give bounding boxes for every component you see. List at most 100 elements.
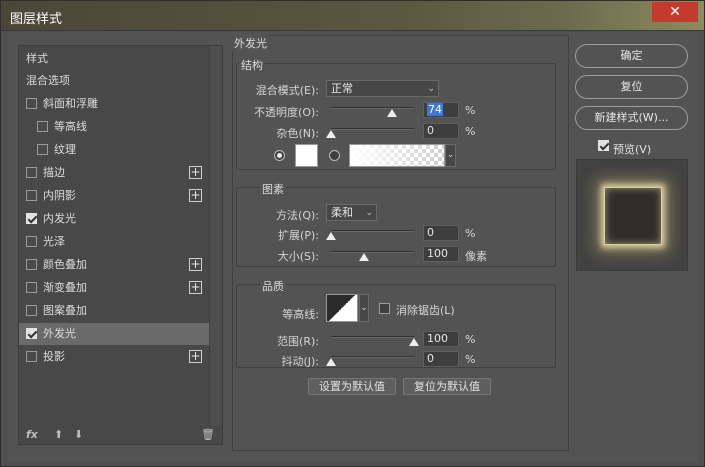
spread-input[interactable]: 0	[423, 225, 459, 241]
spread-slider-thumb[interactable]	[326, 232, 336, 240]
range-slider-thumb[interactable]	[409, 338, 419, 346]
style-item-label: 外发光	[43, 327, 76, 340]
anti-alias-label: 消除锯齿(L)	[396, 304, 455, 317]
contour-label: 等高线:	[282, 308, 319, 321]
noise-input[interactable]: 0	[423, 123, 459, 139]
style-item-checkbox[interactable]	[26, 351, 37, 362]
style-item-label: 斜面和浮雕	[43, 97, 98, 110]
gradient-picker-dropdown[interactable]: ⌄	[445, 144, 456, 167]
range-input[interactable]: 100	[423, 331, 459, 347]
jitter-slider[interactable]	[331, 356, 414, 358]
size-slider-thumb[interactable]	[359, 253, 370, 261]
style-item[interactable]: 混合选项	[19, 70, 209, 92]
dialog-body: 样式 混合选项斜面和浮雕等高线纹理描边 + 内阴影 + 内发光光泽颜色叠加 + 渐变叠加 + 图…	[7, 32, 698, 462]
noise-slider-thumb[interactable]	[326, 130, 336, 138]
close-button[interactable]: ✕	[652, 2, 698, 22]
move-up-icon[interactable]: ⬆	[54, 428, 63, 441]
style-item-checkbox[interactable]	[26, 190, 37, 201]
style-item-checkbox[interactable]	[26, 236, 37, 247]
style-item-label: 图案叠加	[43, 304, 87, 317]
reset-button[interactable]: 复位	[575, 75, 688, 99]
opacity-slider[interactable]	[331, 107, 414, 109]
style-item-checkbox[interactable]	[26, 305, 37, 316]
structure-title: 结构	[239, 57, 265, 73]
style-item[interactable]: 图案叠加	[19, 300, 209, 322]
preview-checkbox[interactable]	[598, 140, 609, 151]
move-down-icon[interactable]: ⬇	[74, 428, 83, 441]
glow-gradient-swatch[interactable]	[349, 144, 445, 167]
new-style-button[interactable]: 新建样式(W)...	[575, 106, 688, 130]
styles-header[interactable]: 样式	[19, 48, 209, 70]
style-item-checkbox[interactable]	[37, 144, 48, 155]
add-effect-icon[interactable]: +	[189, 189, 202, 202]
opacity-slider-thumb[interactable]	[387, 109, 398, 117]
style-item-checkbox[interactable]	[26, 167, 37, 178]
size-slider[interactable]	[331, 251, 414, 253]
size-input[interactable]: 100	[423, 246, 459, 262]
spread-unit: %	[465, 227, 476, 240]
style-item-label: 纹理	[54, 143, 76, 156]
size-label: 大小(S):	[277, 250, 319, 263]
style-item[interactable]: 颜色叠加 +	[19, 254, 209, 276]
styles-scrollbar[interactable]	[209, 46, 222, 426]
style-item[interactable]: 描边 +	[19, 162, 209, 184]
add-effect-icon[interactable]: +	[189, 166, 202, 179]
fx-icon[interactable]: fx	[26, 428, 38, 441]
jitter-input[interactable]: 0	[423, 351, 459, 367]
add-effect-icon[interactable]: +	[189, 281, 202, 294]
set-default-button[interactable]: 设置为默认值	[308, 378, 396, 395]
preview-label: 预览(V)	[613, 143, 652, 156]
ok-button[interactable]: 确定	[575, 44, 688, 68]
styles-list: 样式 混合选项斜面和浮雕等高线纹理描边 + 内阴影 + 内发光光泽颜色叠加 + 渐变叠加 + 图…	[19, 46, 209, 426]
reset-default-button[interactable]: 复位为默认值	[403, 378, 491, 395]
contour-preview[interactable]	[326, 294, 358, 322]
styles-footer: fx ⬆ ⬇ 🗑	[19, 428, 224, 446]
range-unit: %	[465, 333, 476, 346]
style-item-checkbox[interactable]	[26, 282, 37, 293]
style-item[interactable]: 等高线	[19, 116, 209, 138]
technique-dropdown[interactable]: 柔和 ⌄	[326, 204, 377, 221]
trash-icon[interactable]: 🗑	[201, 428, 215, 441]
style-item[interactable]: 内阴影 +	[19, 185, 209, 207]
contour-dropdown[interactable]: ⌄	[359, 294, 369, 322]
add-effect-icon[interactable]: +	[189, 258, 202, 271]
chevron-down-icon: ⌄	[427, 84, 435, 94]
jitter-label: 抖动(J):	[281, 355, 319, 368]
outer-glow-panel: 外发光 结构 混合模式(E): 正常 ⌄ 不透明度(O): 74 % 杂色(N)…	[232, 35, 569, 451]
style-item[interactable]: 光泽	[19, 231, 209, 253]
style-item-checkbox[interactable]	[37, 121, 48, 132]
noise-slider[interactable]	[331, 128, 414, 130]
size-unit: 像素	[465, 250, 487, 263]
style-item-checkbox[interactable]	[26, 213, 37, 224]
style-item-checkbox[interactable]	[26, 98, 37, 109]
solid-color-radio[interactable]	[274, 150, 285, 161]
style-item[interactable]: 外发光	[19, 323, 209, 345]
quality-title: 品质	[260, 278, 286, 294]
jitter-slider-thumb[interactable]	[326, 358, 336, 366]
style-item[interactable]: 纹理	[19, 139, 209, 161]
gradient-radio[interactable]	[329, 150, 340, 161]
style-item-label: 等高线	[54, 120, 87, 133]
blend-mode-dropdown[interactable]: 正常 ⌄	[326, 80, 439, 97]
style-item-label: 光泽	[43, 235, 65, 248]
anti-alias-checkbox[interactable]	[379, 303, 390, 314]
style-item[interactable]: 渐变叠加 +	[19, 277, 209, 299]
noise-unit: %	[465, 125, 476, 138]
chevron-down-icon: ⌄	[360, 303, 368, 313]
style-item-checkbox[interactable]	[26, 259, 37, 270]
opacity-input[interactable]: 74	[423, 102, 459, 118]
style-item-label: 投影	[43, 350, 65, 363]
style-item-checkbox[interactable]	[26, 328, 37, 339]
technique-label: 方法(Q):	[276, 209, 319, 222]
spread-slider[interactable]	[331, 230, 414, 232]
style-item[interactable]: 斜面和浮雕	[19, 93, 209, 115]
style-item[interactable]: 投影 +	[19, 346, 209, 368]
glow-color-swatch[interactable]	[295, 144, 318, 167]
spread-label: 扩展(P):	[278, 229, 319, 242]
styles-panel: 样式 混合选项斜面和浮雕等高线纹理描边 + 内阴影 + 内发光光泽颜色叠加 + 渐变叠加 + 图…	[18, 45, 223, 445]
range-slider[interactable]	[331, 336, 414, 338]
noise-label: 杂色(N):	[276, 127, 319, 140]
style-item[interactable]: 内发光	[19, 208, 209, 230]
add-effect-icon[interactable]: +	[189, 350, 202, 363]
elements-title: 图素	[260, 181, 286, 197]
